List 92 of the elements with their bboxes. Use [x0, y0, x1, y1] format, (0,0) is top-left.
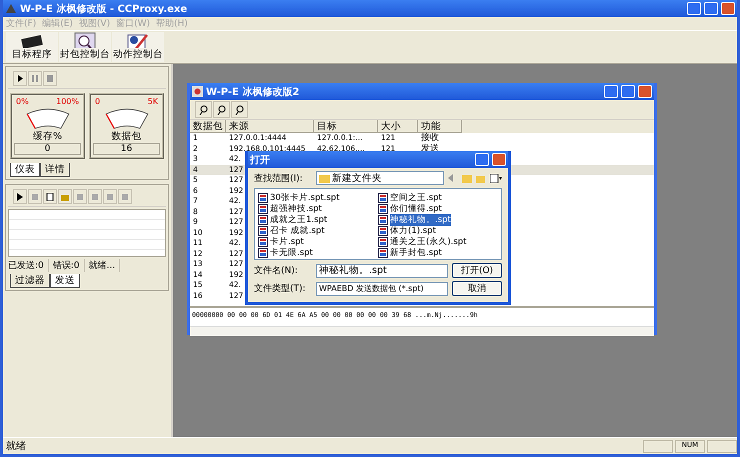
gauge-min-label: 0% [16, 97, 29, 106]
file-item[interactable]: 召卡 成就.spt [258, 225, 378, 236]
file-icon [258, 248, 268, 258]
column-header[interactable]: 数据包 [190, 120, 226, 133]
tab[interactable]: 发送 [50, 274, 80, 288]
folder-icon [319, 174, 330, 182]
find-next-button[interactable] [231, 101, 248, 118]
gauge-value: 0 [14, 143, 81, 155]
maximize-button[interactable] [621, 85, 635, 98]
column-header[interactable]: 目标 [314, 120, 378, 133]
app-icon [5, 3, 17, 14]
gauge-caption: 缓存% [32, 130, 62, 143]
file-icon [378, 192, 388, 202]
scrollbar[interactable] [190, 326, 654, 336]
new-file-icon [46, 192, 54, 200]
magnifier-icon [198, 104, 208, 114]
toolbar-button[interactable]: 封包控制台 [59, 32, 111, 62]
stop-button[interactable] [43, 71, 57, 86]
close-button[interactable] [638, 85, 652, 98]
play-icon [17, 75, 23, 82]
gauge-max-label: 100% [56, 97, 79, 106]
status-pane [643, 440, 673, 452]
file-item[interactable]: 你们懂得.spt [378, 203, 498, 214]
new-file-button[interactable] [43, 189, 57, 204]
search-button[interactable] [213, 101, 230, 118]
window-title: W-P-E 冰枫修改版 - CCProxy.exe [20, 2, 188, 16]
file-icon [258, 214, 268, 224]
file-item[interactable]: 卡无限.spt [258, 247, 378, 258]
maximize-button[interactable] [704, 2, 718, 15]
view-menu-icon[interactable] [490, 174, 502, 182]
open-button[interactable]: 打开(O) [452, 263, 502, 278]
file-item[interactable]: 新手封包.spt [378, 247, 498, 258]
file-icon [258, 236, 268, 246]
magnifier-icon [234, 104, 244, 114]
gauge-value: 16 [93, 143, 160, 155]
toolbar-button[interactable]: 目标程序 [6, 32, 58, 62]
tab[interactable]: 过滤器 [10, 274, 50, 288]
tab[interactable]: 详情 [40, 163, 70, 177]
column-header[interactable]: 功能 [418, 120, 462, 133]
field-label: 文件名(N): [254, 264, 299, 277]
file-icon [258, 204, 268, 214]
play-button[interactable] [13, 189, 27, 204]
file-item[interactable]: 体力(1).spt [378, 225, 498, 236]
file-icon [258, 192, 268, 202]
stop-icon [31, 192, 39, 200]
table-cell: 接收 [421, 133, 439, 144]
pause-icon [32, 75, 38, 82]
column-header[interactable]: 来源 [226, 120, 314, 133]
field-label: 文件类型(T): [254, 282, 307, 295]
file-item[interactable]: 超强神技.spt [258, 203, 378, 214]
app-icon [192, 86, 203, 97]
filetype-dropdown[interactable]: WPAEBD 发送数据包 (*.spt) [316, 282, 448, 296]
cancel-button[interactable]: 取消 [452, 281, 502, 296]
status-pane [707, 440, 737, 452]
gauge-min-label: 0 [95, 97, 100, 106]
status-text: 就绪... [88, 259, 120, 272]
minimize-button[interactable] [687, 2, 701, 15]
stop-icon [47, 75, 53, 82]
file-item[interactable]: 空间之王.spt [378, 192, 498, 203]
column-header[interactable]: 大小 [378, 120, 418, 133]
play-icon [16, 192, 24, 200]
play-button[interactable] [13, 71, 27, 86]
tab[interactable]: 仪表 [10, 163, 40, 177]
file-icon [378, 248, 388, 258]
file-icon [378, 214, 388, 224]
gauge-max-label: 5K [148, 97, 158, 106]
open-folder-icon [61, 192, 69, 200]
file-icon [258, 226, 268, 236]
file-item[interactable]: 30张卡片.spt.spt [258, 192, 378, 203]
file-item[interactable]: 成就之王1.spt [258, 214, 378, 225]
help-button[interactable] [475, 153, 489, 166]
minimize-button[interactable] [604, 85, 618, 98]
status-text: 错误:0 [52, 259, 85, 272]
status-text: 已发送:0 [8, 259, 49, 272]
dialog-title: 打开 [250, 154, 271, 166]
file-icon [378, 204, 388, 214]
window-title: W-P-E 冰枫修改版2 [206, 86, 300, 98]
file-icon [378, 226, 388, 236]
toolbar-button[interactable]: 动作控制台 [112, 32, 164, 62]
file-item[interactable]: 卡片.spt [258, 236, 378, 247]
close-button[interactable] [721, 2, 735, 15]
close-button[interactable] [492, 153, 506, 166]
magnifier-icon [216, 104, 226, 114]
wave-button[interactable] [195, 101, 212, 118]
field-label: 查找范围(I): [254, 172, 304, 184]
status-text: 就绪 [6, 440, 27, 453]
file-item[interactable]: 通关之王(永久).spt [378, 236, 498, 247]
chip-icon [19, 32, 45, 48]
filename-field[interactable]: 神秘礼物。.spt [316, 264, 448, 278]
file-icon [378, 236, 388, 246]
gauge-caption: 数据包 [112, 130, 142, 143]
look-in-dropdown[interactable]: 新建文件夹 [316, 171, 444, 185]
